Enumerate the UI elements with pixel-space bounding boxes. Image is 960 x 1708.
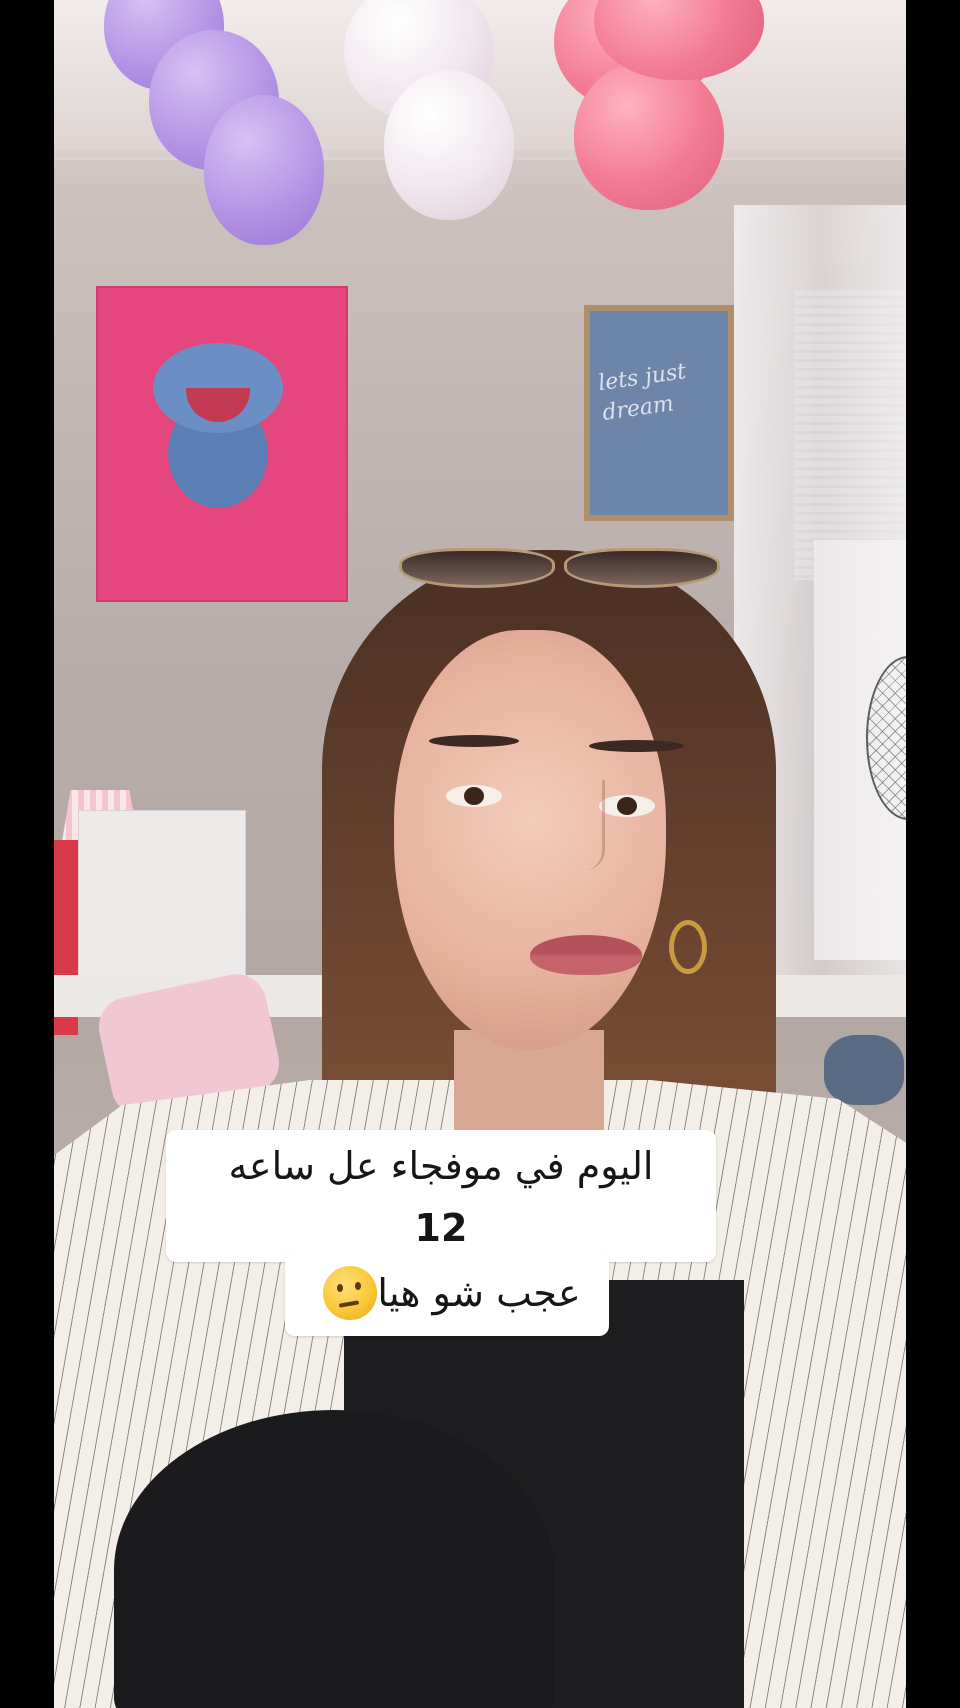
eyebrow-right [589, 740, 684, 752]
caption-line1-text: اليوم في موفجاء عل ساعه [228, 1144, 654, 1188]
video-frame: lets just dream [54, 0, 906, 1708]
eye-left [446, 785, 502, 807]
lips [530, 935, 642, 975]
sunglasses [399, 548, 720, 588]
caption-number: 12 [414, 1206, 468, 1250]
nose [562, 780, 605, 870]
storage-box [78, 810, 246, 987]
balloon-pink [574, 60, 724, 210]
sunglasses-lens-left [399, 548, 555, 588]
caption-line1-continued: 12 [166, 1200, 716, 1256]
caption-line1: اليوم في موفجاء عل ساعه [166, 1138, 716, 1194]
stitch-poster [96, 286, 348, 602]
caption-box-line2: عجب شو هيا [285, 1250, 609, 1336]
caption-line2-text: عجب شو هيا [377, 1271, 581, 1315]
gold-earring [669, 920, 707, 974]
plush-toy [824, 1035, 904, 1105]
caption-box-line1: اليوم في موفجاء عل ساعه 12 [166, 1130, 716, 1262]
framed-sign: lets just dream [584, 305, 734, 521]
balloon-purple [204, 95, 324, 245]
iris [464, 787, 484, 805]
eye-right [599, 795, 655, 817]
thinking-face-icon [323, 1266, 378, 1320]
eyebrow-left [429, 735, 519, 747]
balloon-white [384, 70, 514, 220]
framed-sign-text: lets just dream [596, 359, 688, 426]
face [394, 630, 666, 1050]
iris [617, 797, 637, 815]
sunglasses-lens-right [564, 548, 720, 588]
